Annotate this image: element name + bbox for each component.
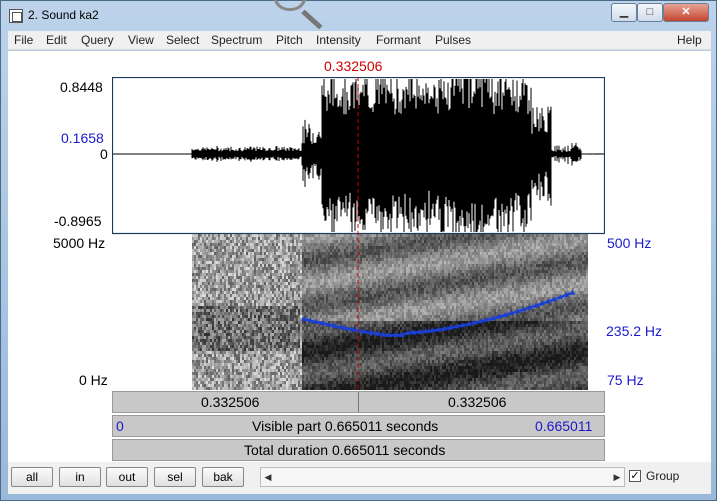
bottom-toolbar: all in out sel bak ◀ ▶ (8, 462, 711, 494)
time-bar[interactable]: 0.332506 0.332506 (112, 391, 605, 413)
total-duration-bar[interactable]: Total duration 0.665011 seconds (112, 439, 605, 461)
magnifier-icon (273, 0, 307, 11)
zoom-in-button[interactable]: in (59, 467, 101, 487)
menu-intensity[interactable]: Intensity (316, 33, 361, 47)
menu-spectrum[interactable]: Spectrum (211, 33, 262, 47)
group-checkbox-label: Group (646, 469, 680, 483)
spectrogram-top-freq-label: 5000 Hz (53, 235, 106, 251)
window-title: 2. Sound ka2 (28, 8, 99, 22)
zoom-out-button[interactable]: out (106, 467, 148, 487)
cursor-time-label: 0.332506 (324, 58, 383, 74)
maximize-button[interactable]: □ (637, 3, 663, 22)
time-bar-divider (358, 392, 359, 412)
sound-display[interactable] (112, 77, 605, 390)
visible-end-label: 0.665011 (535, 418, 593, 434)
waveform-max-label: 0.8448 (60, 79, 103, 95)
scroll-right-icon[interactable]: ▶ (610, 468, 624, 486)
visible-start-label: 0 (116, 418, 124, 434)
zoom-selection-button[interactable]: sel (154, 467, 196, 487)
visible-part-bar[interactable]: 0 Visible part 0.665011 seconds 0.665011 (112, 415, 605, 437)
waveform (191, 79, 605, 232)
waveform-min-label: -0.8965 (54, 213, 102, 229)
menu-query[interactable]: Query (81, 33, 114, 47)
all-button[interactable]: all (11, 467, 53, 487)
horizontal-scrollbar[interactable]: ◀ ▶ (260, 467, 625, 487)
menu-pulses[interactable]: Pulses (435, 33, 471, 47)
close-button[interactable]: ✕ (663, 3, 709, 22)
pitch-bottom-label: 75 Hz (607, 372, 644, 388)
menu-formant[interactable]: Formant (376, 33, 421, 47)
waveform-cursor-value-label: 0.1658 (61, 130, 104, 146)
signal-panel[interactable] (112, 77, 605, 390)
magnifier-handle-icon (301, 9, 323, 30)
waveform-zero-label: 0 (100, 146, 108, 162)
menu-help[interactable]: Help (677, 33, 702, 47)
zoom-back-button[interactable]: bak (202, 467, 244, 487)
visible-part-label: Visible part 0.665011 seconds (252, 418, 439, 434)
menu-pitch[interactable]: Pitch (276, 33, 303, 47)
spectrogram (192, 234, 588, 390)
minimize-button[interactable]: ▁ (611, 3, 637, 22)
spectrogram-bottom-freq-label: 0 Hz (79, 372, 108, 388)
sound-editor-window: 2. Sound ka2 ▁ □ ✕ File Edit Query View … (0, 0, 717, 501)
menu-view[interactable]: View (128, 33, 154, 47)
window-icon (9, 9, 23, 23)
time-bar-left[interactable]: 0.332506 (201, 394, 259, 410)
scroll-left-icon[interactable]: ◀ (261, 468, 275, 486)
menu-edit[interactable]: Edit (46, 33, 67, 47)
group-checkbox[interactable]: ✓ (629, 470, 641, 482)
menu-bar: File Edit Query View Select Spectrum Pit… (8, 31, 711, 50)
menu-select[interactable]: Select (166, 33, 199, 47)
time-bar-right[interactable]: 0.332506 (448, 394, 506, 410)
menu-file[interactable]: File (14, 33, 33, 47)
title-bar[interactable]: 2. Sound ka2 ▁ □ ✕ (1, 0, 716, 31)
pitch-value-label: 235.2 Hz (606, 323, 663, 339)
pitch-top-label: 500 Hz (607, 235, 652, 251)
total-duration-label: Total duration 0.665011 seconds (244, 442, 446, 458)
